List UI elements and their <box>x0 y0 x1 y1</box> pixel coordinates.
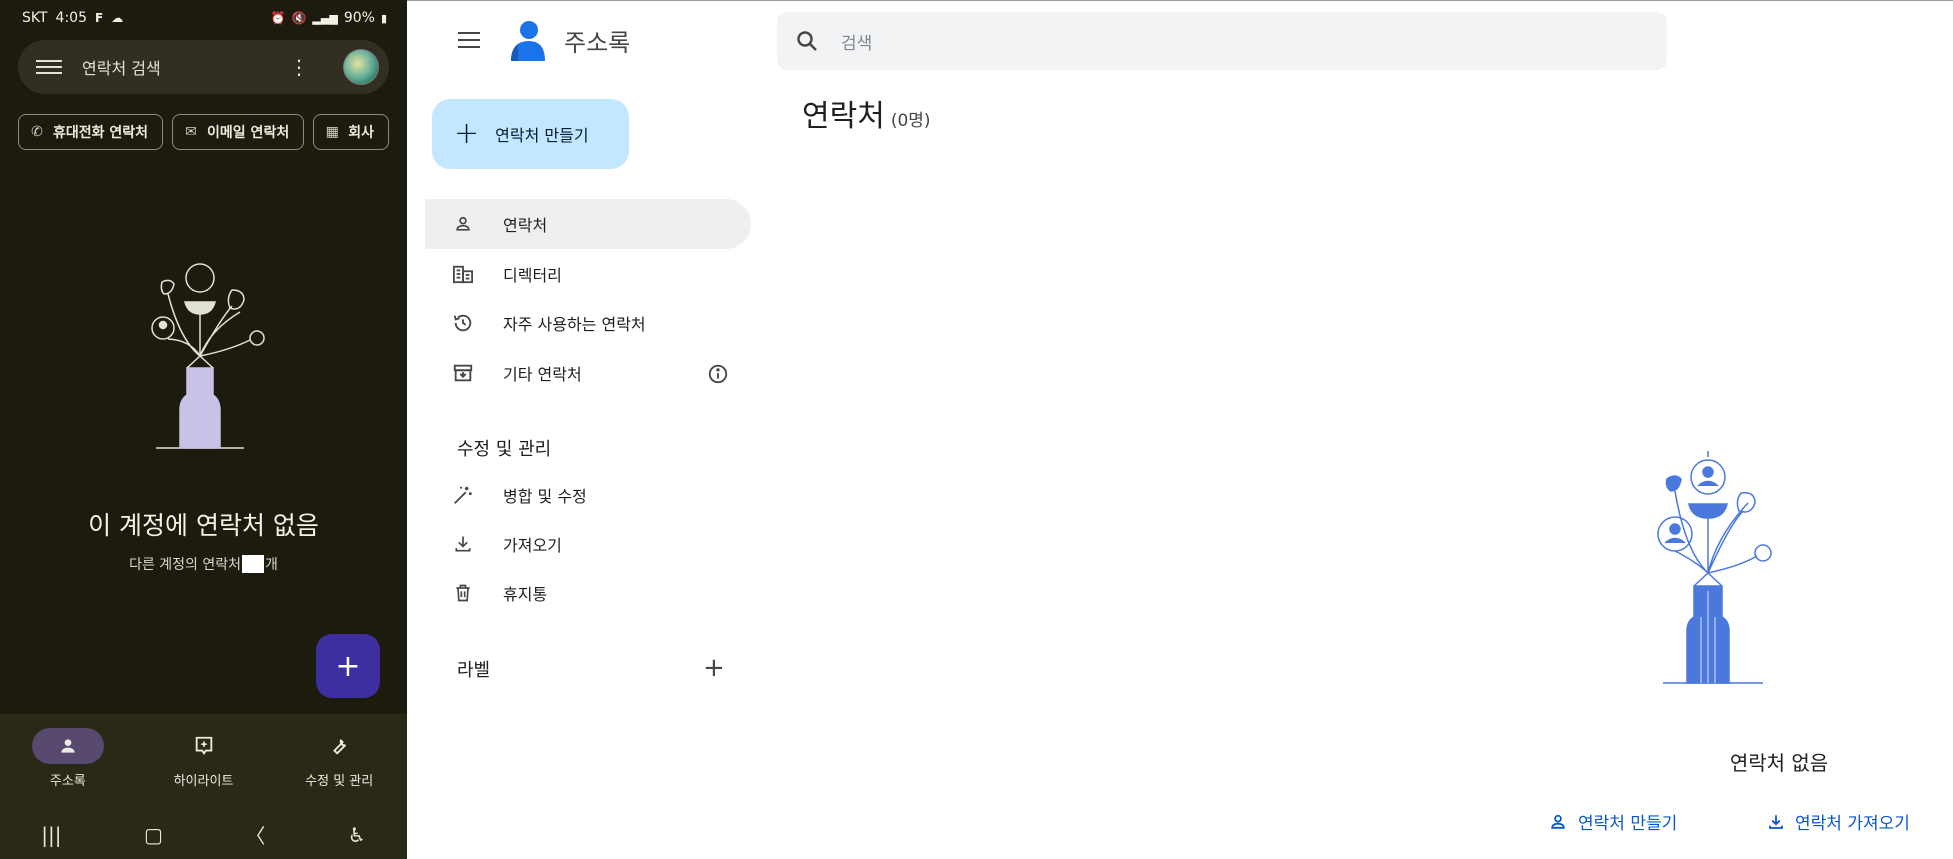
sidebar-item-import[interactable]: 가져오기 <box>425 519 751 569</box>
sidebar-item-contacts[interactable]: 연락처 <box>425 199 751 249</box>
add-contact-fab[interactable]: + <box>316 634 380 698</box>
clock: 4:05 <box>55 10 87 26</box>
nav-item-fix-manage[interactable]: 수정 및 관리 <box>271 714 407 810</box>
bottom-navigation: 주소록 하이라이트 수정 및 관리 <box>0 714 407 810</box>
account-avatar[interactable] <box>343 49 379 85</box>
battery-level: 90% <box>343 10 375 26</box>
signal-icon: ▂▄▆ <box>312 11 338 25</box>
create-contact-link[interactable]: 연락처 만들기 <box>1548 809 1677 834</box>
chip-label: 휴대전화 연락처 <box>53 125 149 141</box>
battery-icon: ▮ <box>380 11 387 25</box>
info-icon[interactable] <box>707 363 729 389</box>
status-bar: SKT 4:05 F ☁ ⏰ 🔇 ▂▄▆ 90% ▮ <box>0 0 407 36</box>
sidebar-item-label: 병합 및 수정 <box>503 487 587 506</box>
import-contacts-link-label: 연락처 가져오기 <box>1795 814 1910 834</box>
create-contact-button[interactable]: + 연락처 만들기 <box>432 99 629 169</box>
trash-icon <box>451 582 475 604</box>
add-label-icon[interactable]: + <box>703 655 725 681</box>
download-icon <box>1767 813 1785 831</box>
person-icon <box>31 728 104 764</box>
mute-icon: 🔇 <box>291 11 307 25</box>
empty-vase-illustration <box>151 263 265 449</box>
nav-label: 주소록 <box>49 774 86 789</box>
cloud-icon: ☁ <box>111 11 124 25</box>
empty-state-text: 연락처 없음 <box>1729 751 1829 775</box>
search-icon[interactable] <box>795 29 819 53</box>
accessibility-icon[interactable]: ♿ <box>348 823 366 847</box>
nav-item-contacts[interactable]: 주소록 <box>0 714 136 810</box>
carrier-label: SKT <box>22 10 48 26</box>
download-icon <box>451 534 475 554</box>
search-hint[interactable]: 연락처 검색 <box>82 55 161 79</box>
create-contact-label: 연락처 만들기 <box>495 126 589 145</box>
page-title-text: 연락처 <box>802 99 885 134</box>
empty-subtitle-text: 다른 계정의 연락처 <box>129 557 242 573</box>
sidebar-item-frequent[interactable]: 자주 사용하는 연락처 <box>425 298 751 348</box>
chip-company[interactable]: ▦ 회사 <box>313 114 389 150</box>
filter-chips: ✆ 휴대전화 연락처 ✉ 이메일 연락처 ▦ 회사 <box>18 114 389 150</box>
building-icon <box>451 264 475 284</box>
nav-label: 수정 및 관리 <box>305 774 374 789</box>
wrench-icon <box>303 728 375 764</box>
home-icon[interactable]: ▢ <box>144 823 163 847</box>
web-contacts-app: 주소록 검색 + 연락처 만들기 연락처 디렉터리 자주 사용하는 연락처 기타… <box>407 0 1953 859</box>
sidebar-item-trash[interactable]: 휴지통 <box>425 568 751 618</box>
sidebar-item-merge-fix[interactable]: 병합 및 수정 <box>425 470 751 520</box>
archive-icon <box>451 362 475 384</box>
sidebar-item-label: 휴지통 <box>503 585 548 604</box>
contacts-logo-icon <box>511 21 545 61</box>
nav-item-highlights[interactable]: 하이라이트 <box>136 714 272 810</box>
person-icon <box>451 214 475 234</box>
sidebar-item-directory[interactable]: 디렉터리 <box>425 249 751 299</box>
system-navigation-bar: ||| ▢ 〈 ♿ <box>0 810 407 859</box>
create-contact-link-label: 연락처 만들기 <box>1578 814 1678 834</box>
empty-state-title: 이 계정에 연락처 없음 <box>88 511 319 540</box>
chip-label: 회사 <box>348 125 374 141</box>
menu-icon[interactable] <box>36 60 62 74</box>
search-input[interactable]: 검색 <box>841 29 872 54</box>
sidebar-item-label: 연락처 <box>503 216 548 235</box>
sidebar-item-label: 자주 사용하는 연락처 <box>503 315 646 334</box>
contact-count: (0명) <box>890 111 931 131</box>
search-bar[interactable]: 연락처 검색 ⋮ <box>18 40 389 94</box>
sidebar-item-other-contacts[interactable]: 기타 연락처 <box>425 348 751 398</box>
phone-icon: ✆ <box>31 124 43 140</box>
chip-label: 이메일 연락처 <box>207 125 290 141</box>
highlight-icon <box>168 728 240 764</box>
mail-icon: ✉ <box>185 124 197 140</box>
chip-email-contacts[interactable]: ✉ 이메일 연락처 <box>172 114 305 150</box>
app-notification-icon: F <box>95 11 104 25</box>
building-icon: ▦ <box>325 124 339 140</box>
redacted-count <box>242 555 265 573</box>
labels-heading: 라벨 <box>457 660 491 681</box>
sidebar-item-label: 가져오기 <box>503 536 562 555</box>
page-title: 연락처 (0명) <box>802 91 931 135</box>
back-icon[interactable]: 〈 <box>245 820 265 849</box>
main-menu-icon[interactable] <box>458 32 480 48</box>
recent-apps-icon[interactable]: ||| <box>41 823 61 847</box>
phone-contacts-app: SKT 4:05 F ☁ ⏰ 🔇 ▂▄▆ 90% ▮ 연락처 검색 ⋮ ✆ 휴대… <box>0 0 407 859</box>
chip-phone-contacts[interactable]: ✆ 휴대전화 연락처 <box>18 114 164 150</box>
more-options-icon[interactable]: ⋮ <box>289 57 309 77</box>
search-box[interactable]: 검색 <box>777 12 1667 70</box>
sidebar-item-label: 디렉터리 <box>503 266 562 285</box>
empty-state-subtitle: 다른 계정의 연락처 개 <box>0 554 407 574</box>
person-add-icon <box>1548 812 1568 832</box>
import-contacts-link[interactable]: 연락처 가져오기 <box>1767 809 1910 834</box>
empty-contacts-illustration <box>1657 451 1772 684</box>
plus-icon: + <box>335 648 361 684</box>
sidebar-item-label: 기타 연락처 <box>503 365 582 384</box>
magic-wand-icon <box>451 484 475 506</box>
alarm-icon: ⏰ <box>270 11 286 25</box>
empty-subtitle-suffix: 개 <box>265 557 278 573</box>
app-title: 주소록 <box>564 29 631 57</box>
fix-manage-heading: 수정 및 관리 <box>457 439 552 460</box>
history-icon <box>451 312 475 334</box>
nav-label: 하이라이트 <box>173 774 234 789</box>
plus-icon: + <box>454 116 480 151</box>
